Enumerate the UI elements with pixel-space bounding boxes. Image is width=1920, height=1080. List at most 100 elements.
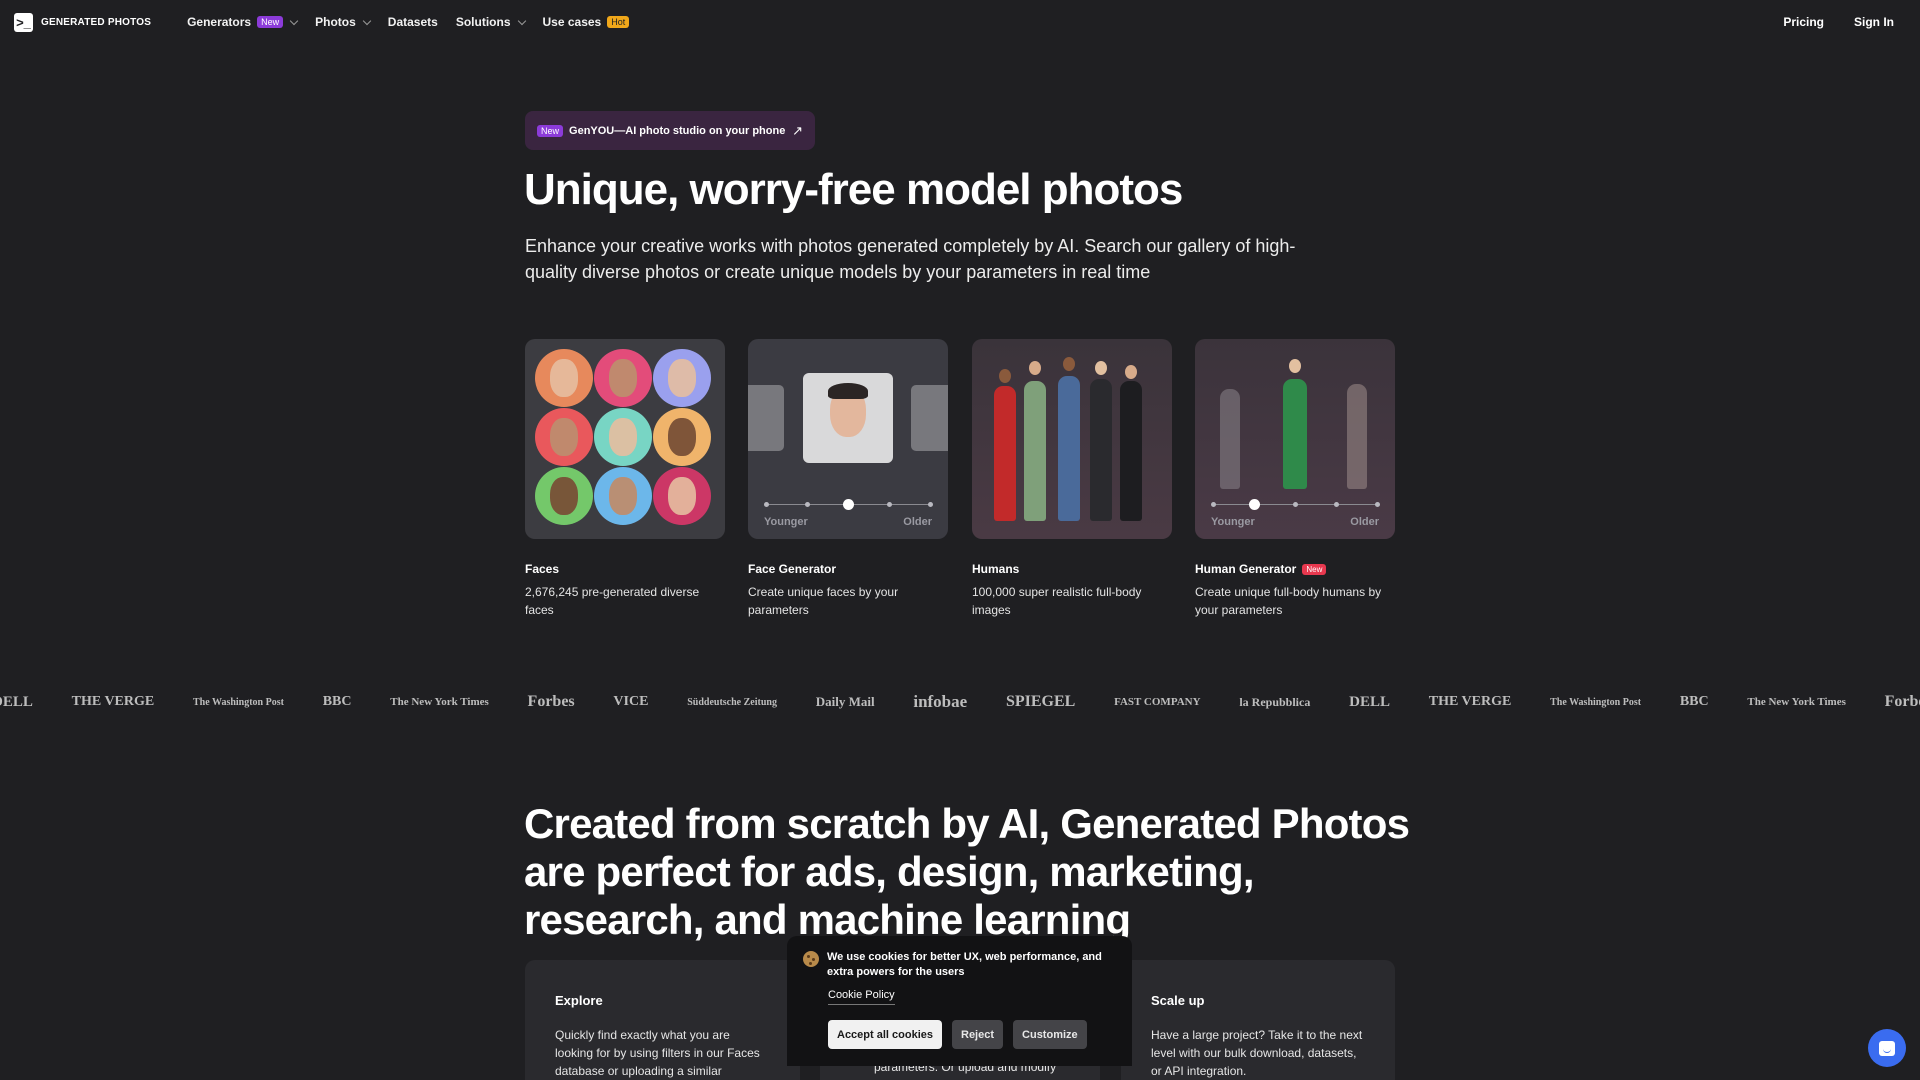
press-logo: BBC xyxy=(1679,694,1709,709)
humans-thumbnail xyxy=(972,339,1172,539)
face-thumbnail xyxy=(535,349,593,407)
feature-description: Quickly find exactly what you are lookin… xyxy=(555,1028,760,1078)
press-logo: The New York Times xyxy=(1747,696,1846,708)
human-figure xyxy=(1120,381,1142,521)
logo-text: GENERATED PHOTOS xyxy=(41,16,152,28)
faces-thumbnail xyxy=(525,339,725,539)
nav-generators-label: Generators xyxy=(187,15,252,29)
section-title: Created from scratch by AI, Generated Ph… xyxy=(524,800,1410,943)
human-figure xyxy=(994,386,1016,521)
top-nav: >_ GENERATED PHOTOS Generators New Photo… xyxy=(0,0,1920,44)
card-description: Create unique full-body humans by your p… xyxy=(1195,585,1382,617)
card-description: Create unique faces by your parameters xyxy=(748,585,899,617)
nav-use-cases[interactable]: Use cases Hot xyxy=(543,15,630,29)
human-figure xyxy=(1090,379,1112,521)
human-preview-right xyxy=(1347,384,1367,489)
nav-generators[interactable]: Generators New xyxy=(187,15,299,29)
nav-photos[interactable]: Photos xyxy=(315,15,372,29)
feature-title: Explore xyxy=(555,993,603,1008)
card-title-text: Human Generator xyxy=(1195,562,1297,576)
chat-icon xyxy=(1879,1040,1895,1056)
card-humans[interactable]: Humans 100,000 super realistic full-body… xyxy=(972,339,1172,619)
new-badge: New xyxy=(1302,563,1327,575)
press-logo: VICE xyxy=(613,694,649,709)
face-thumbnail xyxy=(653,467,711,525)
press-logos-strip: DELL THE VERGE The Washington Post BBC The N… xyxy=(0,692,1920,712)
chevron-down-icon xyxy=(517,16,526,25)
feature-title: Scale up xyxy=(1151,993,1205,1008)
age-slider-knob[interactable] xyxy=(843,499,854,510)
human-head xyxy=(1289,359,1301,373)
human-head xyxy=(1125,365,1137,379)
human-head xyxy=(1063,357,1075,371)
human-head xyxy=(1095,361,1107,375)
nav-photos-label: Photos xyxy=(315,15,356,29)
press-logo: Forbes xyxy=(1884,693,1920,710)
slider-label-older: Older xyxy=(903,516,932,528)
feature-description: Have a large project? Take it to the nex… xyxy=(1151,1028,1363,1078)
new-badge: New xyxy=(257,16,284,28)
brand-logo[interactable]: >_ GENERATED PHOTOS xyxy=(14,12,152,32)
pricing-link[interactable]: Pricing xyxy=(1783,15,1824,29)
hero-title: Unique, worry-free model photos xyxy=(524,165,1183,214)
accept-all-cookies-button[interactable]: Accept all cookies xyxy=(828,1020,942,1049)
card-faces[interactable]: Faces 2,676,245 pre-generated diverse fa… xyxy=(525,339,725,619)
reject-cookies-button[interactable]: Reject xyxy=(952,1020,1004,1049)
press-logo: Forbes xyxy=(527,693,575,710)
card-title: Humans xyxy=(972,562,1020,576)
arrow-up-right-icon: ↗ xyxy=(792,122,803,138)
face-thumbnail xyxy=(594,467,652,525)
press-logo: The Washington Post xyxy=(193,696,284,708)
face-preview-left xyxy=(748,385,784,451)
human-generator-thumbnail: Younger Older xyxy=(1195,339,1395,539)
nav-datasets[interactable]: Datasets xyxy=(388,15,438,29)
human-figure xyxy=(1058,376,1080,521)
human-preview-left xyxy=(1220,389,1240,489)
face-thumbnail xyxy=(653,349,711,407)
new-badge: New xyxy=(537,124,564,137)
face-thumbnail xyxy=(594,408,652,466)
human-preview-main xyxy=(1283,379,1307,489)
face-generator-thumbnail: Younger Older xyxy=(748,339,948,539)
cookie-policy-link[interactable]: Cookie Policy xyxy=(828,989,895,1005)
slider-tick xyxy=(1211,502,1216,507)
press-logo: infobae xyxy=(913,692,968,711)
announcement-text: GenYOU—AI photo studio on your phone xyxy=(569,124,786,137)
card-human-generator[interactable]: Younger Older Human Generator New Create… xyxy=(1195,339,1395,619)
human-head xyxy=(999,369,1011,383)
chat-support-button[interactable] xyxy=(1868,1029,1906,1067)
press-logo: The Washington Post xyxy=(1550,696,1642,708)
age-slider-knob[interactable] xyxy=(1249,499,1260,510)
slider-tick xyxy=(805,502,810,507)
cookie-consent-dialog: We use cookies for better UX, web perfor… xyxy=(787,936,1132,1066)
hot-badge: Hot xyxy=(607,16,630,28)
cookie-message: We use cookies for better UX, web perfor… xyxy=(827,951,1102,978)
slider-label-older: Older xyxy=(1350,516,1379,528)
slider-tick xyxy=(764,502,769,507)
announcement-banner[interactable]: New GenYOU—AI photo studio on your phone… xyxy=(525,111,815,150)
press-logo: DELL xyxy=(1349,693,1390,710)
nav-solutions-label: Solutions xyxy=(455,15,511,29)
face-thumbnail xyxy=(535,467,593,525)
nav-datasets-label: Datasets xyxy=(387,15,438,29)
press-logo: THE VERGE xyxy=(71,694,155,709)
slider-tick xyxy=(1293,502,1298,507)
cookie-icon xyxy=(803,951,819,967)
chevron-down-icon xyxy=(289,16,299,25)
nav-solutions[interactable]: Solutions xyxy=(455,15,526,29)
press-logo: BBC xyxy=(322,694,352,709)
card-title: Human Generator New xyxy=(1195,562,1395,576)
card-face-generator[interactable]: Younger Older Face Generator Create uniq… xyxy=(748,339,948,619)
sign-in-link[interactable]: Sign In xyxy=(1854,15,1894,29)
chevron-down-icon xyxy=(362,16,372,25)
card-description: 2,676,245 pre-generated diverse faces xyxy=(525,585,700,617)
customize-cookies-button[interactable]: Customize xyxy=(1013,1020,1087,1049)
human-figure xyxy=(1024,381,1046,521)
feature-card-scale-up: Scale up Have a large project? Take it t… xyxy=(1121,960,1395,1080)
card-description: 100,000 super realistic full-body images xyxy=(972,585,1142,617)
press-logo: Daily Mail xyxy=(815,694,875,709)
slider-tick xyxy=(1334,502,1339,507)
face-thumbnail xyxy=(535,408,593,466)
feature-card-explore: Explore Quickly find exactly what you ar… xyxy=(525,960,800,1080)
slider-label-younger: Younger xyxy=(764,516,808,528)
